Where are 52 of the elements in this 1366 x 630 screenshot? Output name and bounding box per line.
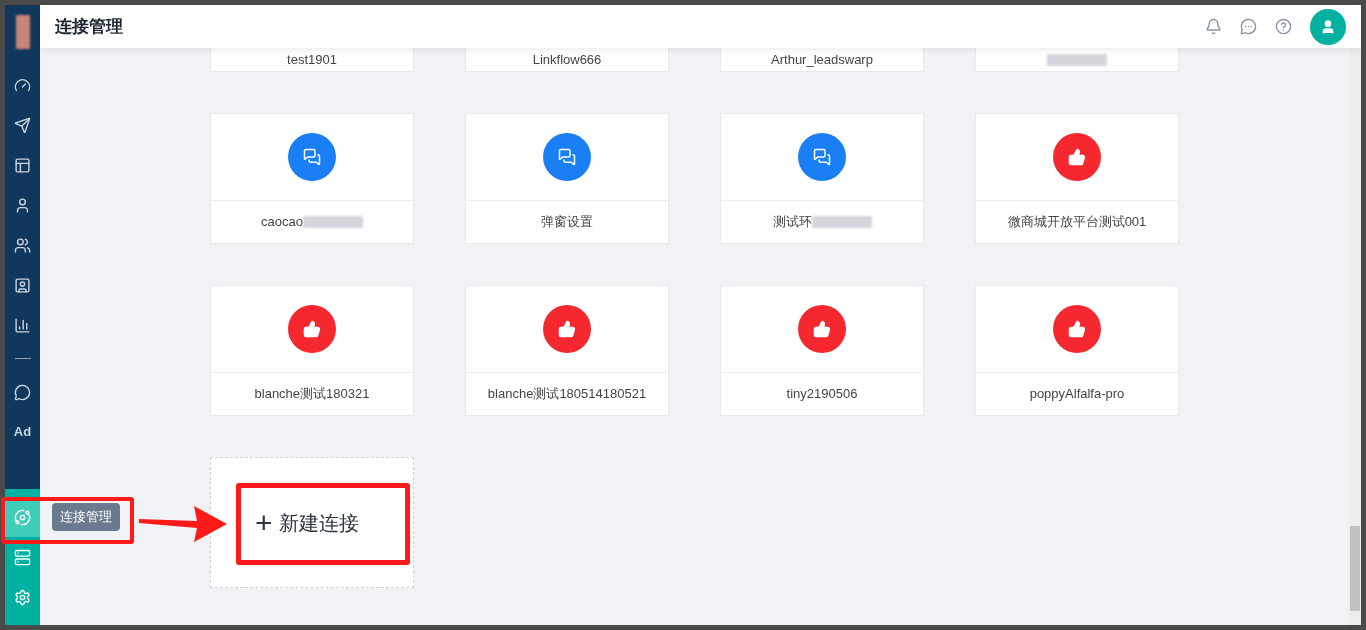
sidebar-icon bbox=[14, 236, 31, 254]
connection-card[interactable]: blanche测试180514180521 bbox=[465, 285, 669, 416]
connection-card[interactable]: caocao bbox=[210, 113, 414, 244]
sidebar-icon bbox=[14, 383, 31, 401]
bell-icon[interactable] bbox=[1205, 18, 1222, 35]
connection-card[interactable]: poppyAlfalfa-pro bbox=[975, 285, 1179, 416]
connection-name: 微商城开放平台测试001 bbox=[1007, 213, 1147, 232]
connection-name: tiny2190506 bbox=[786, 385, 858, 404]
sidebar-icon bbox=[14, 548, 31, 566]
connection-card[interactable]: 测试环 bbox=[720, 113, 924, 244]
chat-bubbles-icon bbox=[543, 133, 591, 181]
sidebar-icon bbox=[14, 116, 31, 134]
thumbs-up-icon bbox=[1053, 305, 1101, 353]
connection-name: 测试环 bbox=[772, 213, 812, 232]
sidebar-icon bbox=[14, 588, 31, 606]
thumbs-up-icon bbox=[543, 305, 591, 353]
connection-card[interactable]: 微商城开放平台测试001 bbox=[975, 113, 1179, 244]
chat-bubbles-icon bbox=[798, 133, 846, 181]
sidebar-icon bbox=[14, 276, 31, 294]
connection-name: caocao bbox=[261, 213, 303, 232]
connection-name: Arthur_leadswarp bbox=[771, 50, 873, 69]
logo bbox=[15, 15, 30, 49]
sidebar-icon bbox=[14, 76, 31, 94]
new-connection-label: 新建连接 bbox=[278, 510, 359, 536]
chat-bubbles-icon bbox=[288, 133, 336, 181]
connection-name: poppyAlfalfa-pro bbox=[1029, 385, 1125, 404]
connection-name: Linkflow666 bbox=[532, 50, 602, 69]
connection-card[interactable]: Arthur_leadswarp bbox=[720, 48, 924, 72]
chat-icon[interactable] bbox=[1240, 18, 1257, 35]
sidebar-item[interactable]: Ad bbox=[5, 412, 40, 452]
thumbs-up-icon bbox=[288, 305, 336, 353]
sidebar-icon bbox=[14, 508, 31, 526]
help-icon[interactable] bbox=[1275, 18, 1292, 35]
connection-card[interactable]: 弹窗设置 bbox=[465, 113, 669, 244]
connection-name: 弹窗设置 bbox=[541, 213, 593, 232]
sidebar-icon bbox=[14, 156, 31, 174]
connection-card[interactable]: test1901 bbox=[210, 48, 414, 72]
sidebar-icon bbox=[14, 196, 31, 214]
plus-sign: + bbox=[255, 507, 273, 538]
connection-name: blanche测试180321 bbox=[254, 385, 370, 404]
thumbs-up-icon bbox=[1053, 133, 1101, 181]
thumbs-up-icon bbox=[798, 305, 846, 353]
connection-card[interactable]: blanche测试180321 bbox=[210, 285, 414, 416]
new-connection-card[interactable]: + 新建连接 bbox=[210, 457, 414, 588]
tooltip: 连接管理 bbox=[52, 503, 120, 531]
page-title: 连接管理 bbox=[55, 15, 123, 38]
sidebar-icon bbox=[14, 316, 31, 334]
connection-card[interactable]: Linkflow666 bbox=[465, 48, 669, 72]
connection-name: blanche测试180514180521 bbox=[487, 385, 647, 404]
connection-name: test1901 bbox=[287, 50, 337, 69]
connection-card[interactable]: tiny2190506 bbox=[720, 285, 924, 416]
avatar[interactable] bbox=[1310, 8, 1346, 45]
